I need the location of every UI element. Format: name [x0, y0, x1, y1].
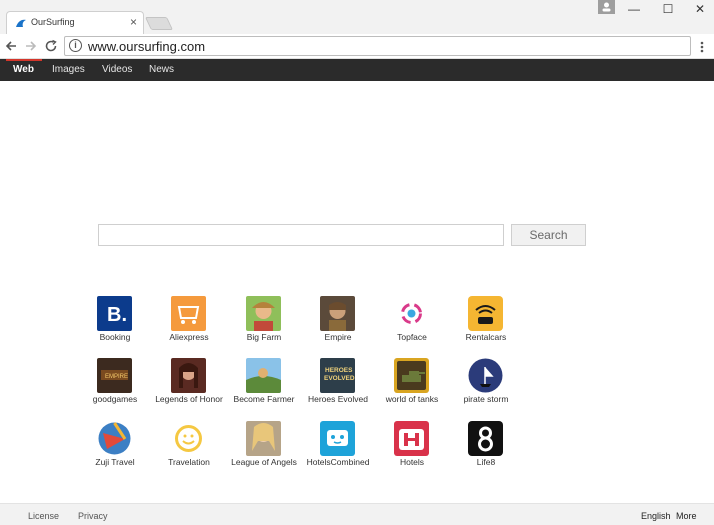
- close-window-icon[interactable]: ✕: [690, 2, 710, 16]
- heroes-evolved-icon: HEROES EVOLVED: [320, 358, 355, 393]
- url-text: www.oursurfing.com: [88, 39, 206, 54]
- browser-menu-icon[interactable]: [697, 39, 707, 55]
- life8-icon: [468, 421, 503, 456]
- legends-of-honor-icon: [171, 358, 206, 393]
- tile-label: pirate storm: [463, 394, 509, 404]
- language-link[interactable]: English: [641, 511, 671, 521]
- new-tab-button[interactable]: [144, 17, 174, 30]
- big-farm-icon: [246, 296, 281, 331]
- goodgames-icon: EMPIRE: [97, 358, 132, 393]
- travelation-icon: [171, 421, 206, 456]
- back-icon[interactable]: [3, 38, 19, 54]
- empire-icon: [320, 296, 355, 331]
- info-icon[interactable]: i: [69, 39, 82, 52]
- browser-tab[interactable]: OurSurfing ×: [6, 11, 144, 34]
- tile-rentalcars[interactable]: Rentalcars: [441, 296, 531, 351]
- url-input[interactable]: i www.oursurfing.com: [64, 36, 691, 56]
- tile-label: Rentalcars: [465, 332, 507, 342]
- booking-icon: B.: [97, 296, 132, 331]
- tile-pirate-storm[interactable]: pirate storm: [441, 358, 531, 413]
- more-link[interactable]: More: [676, 511, 697, 521]
- tab-close-icon[interactable]: ×: [130, 15, 137, 29]
- pirate-storm-icon: [468, 358, 503, 393]
- tab-title: OurSurfing: [31, 17, 75, 27]
- svg-text:EVOLVED: EVOLVED: [324, 375, 355, 382]
- license-link[interactable]: License: [28, 511, 59, 521]
- hotels-icon: [394, 421, 429, 456]
- privacy-link[interactable]: Privacy: [78, 511, 108, 521]
- minimize-icon[interactable]: —: [624, 2, 644, 16]
- maximize-icon[interactable]: ☐: [658, 2, 678, 16]
- become-farmer-icon: [246, 358, 281, 393]
- address-bar: i www.oursurfing.com: [0, 34, 714, 59]
- league-of-angels-icon: [246, 421, 281, 456]
- world-of-tanks-icon: [394, 358, 429, 393]
- nav-videos[interactable]: Videos: [102, 64, 132, 75]
- title-bar: OurSurfing × — ☐ ✕: [0, 0, 714, 34]
- rentalcars-icon: [468, 296, 503, 331]
- forward-icon[interactable]: [23, 38, 39, 54]
- nav-web[interactable]: Web: [13, 64, 34, 75]
- nav-news[interactable]: News: [149, 64, 174, 75]
- search-input[interactable]: [98, 224, 504, 246]
- active-tab-indicator: [6, 59, 42, 61]
- oursurfing-favicon-icon: [16, 19, 26, 27]
- hotelscombined-icon: [320, 421, 355, 456]
- zuji-travel-icon: [97, 421, 132, 456]
- tile-life8[interactable]: Life8: [441, 421, 531, 476]
- profile-icon[interactable]: [598, 0, 615, 14]
- topface-icon: [394, 296, 429, 331]
- reload-icon[interactable]: [43, 38, 59, 54]
- browser-window: OurSurfing × — ☐ ✕ i www.oursurfing.com: [0, 0, 714, 525]
- nav-images[interactable]: Images: [52, 64, 85, 75]
- tile-label: Life8: [476, 457, 496, 467]
- footer: License Privacy English More: [0, 503, 714, 525]
- svg-text:EMPIRE: EMPIRE: [105, 374, 128, 380]
- svg-text:HEROES: HEROES: [325, 367, 353, 374]
- svg-text:B.: B.: [107, 304, 127, 326]
- aliexpress-icon: [171, 296, 206, 331]
- search-vertical-nav: Web Images Videos News: [0, 59, 714, 81]
- search-button[interactable]: Search: [511, 224, 586, 246]
